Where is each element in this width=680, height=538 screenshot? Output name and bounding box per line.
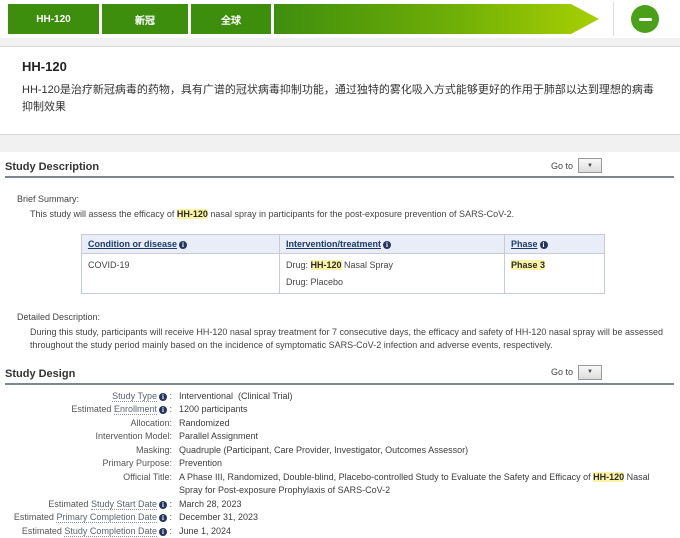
highlighted-drug-name: HH-120 <box>311 260 342 270</box>
section-title-study-design: Study Design <box>5 368 75 380</box>
info-icon[interactable]: i <box>179 241 187 249</box>
study-design-header: Study Design Go to ▼ <box>5 365 674 385</box>
info-icon[interactable]: i <box>159 501 167 509</box>
study-type-value: Interventional (Clinical Trial) <box>172 390 672 404</box>
brief-summary-label: Brief Summary: <box>17 194 674 204</box>
col-intervention: Intervention/treatmenti <box>280 234 505 253</box>
info-icon[interactable]: i <box>540 241 548 249</box>
brief-summary-pre: This study will assess the efficacy of <box>30 209 177 219</box>
phase-header-link[interactable]: Phase <box>511 239 538 249</box>
primary-completion-value: December 31, 2023 <box>172 511 672 525</box>
info-icon[interactable]: i <box>159 514 167 522</box>
info-icon[interactable]: i <box>159 393 167 401</box>
field-primary-completion-date: Estimated Primary Completion Datei : Dec… <box>5 511 674 525</box>
enrollment-term[interactable]: Enrollment <box>114 404 157 415</box>
label-prefix: Estimated <box>14 512 57 522</box>
topbar-divider <box>613 2 614 36</box>
intervention-header-link[interactable]: Intervention/treatment <box>286 239 381 249</box>
goto-label: Go to <box>551 161 573 171</box>
primary-purpose-label: Primary Purpose: <box>5 457 172 471</box>
progress-arrow <box>274 4 599 34</box>
field-masking: Masking: Quadruple (Participant, Care Pr… <box>5 444 674 458</box>
study-description-header: Study Description Go to ▼ <box>5 158 674 178</box>
brief-summary-post: nasal spray in participants for the post… <box>208 209 514 219</box>
breadcrumb-bar: HH-120 新冠 全球 <box>0 0 680 38</box>
breadcrumb-segment-quanqiu[interactable]: 全球 <box>191 4 271 34</box>
condition-header-link[interactable]: Condition or disease <box>88 239 177 249</box>
intervention-model-value: Parallel Assignment <box>172 430 672 444</box>
conditions-table: Condition or diseasei Intervention/treat… <box>81 234 605 294</box>
field-enrollment: Estimated Enrollmenti : 1200 participant… <box>5 403 674 417</box>
allocation-label: Allocation: <box>5 417 172 431</box>
minus-icon <box>639 18 652 21</box>
condition-cell: COVID-19 <box>82 253 280 293</box>
masking-label: Masking: <box>5 444 172 458</box>
study-completion-value: June 1, 2024 <box>172 525 672 538</box>
drug-title: HH-120 <box>22 59 660 74</box>
table-row: COVID-19 Drug: HH-120 Nasal Spray Drug: … <box>82 253 605 293</box>
field-official-title: Official Title: A Phase III, Randomized,… <box>5 471 674 498</box>
highlighted-drug-name: HH-120 <box>593 472 624 482</box>
drug-suffix: Nasal Spray <box>342 260 394 270</box>
primary-completion-term[interactable]: Primary Completion Date <box>56 512 157 523</box>
primary-purpose-value: Prevention <box>172 457 672 471</box>
study-type-term[interactable]: Study Type <box>112 391 157 402</box>
collapse-button[interactable] <box>631 5 659 33</box>
enrollment-value: 1200 participants <box>172 403 672 417</box>
masking-value: Quadruple (Participant, Care Provider, I… <box>172 444 672 458</box>
label-prefix: Estimated <box>48 499 91 509</box>
info-icon[interactable]: i <box>383 241 391 249</box>
official-title-value: A Phase III, Randomized, Double-blind, P… <box>172 471 672 498</box>
breadcrumb-segment-hh120[interactable]: HH-120 <box>8 4 99 34</box>
brief-summary-text: This study will assess the efficacy of H… <box>30 208 674 222</box>
main-content: Study Description Go to ▼ Brief Summary:… <box>0 152 680 538</box>
intervention-line: Drug: HH-120 Nasal Spray <box>286 260 498 270</box>
title-pre: A Phase III, Randomized, Double-blind, P… <box>179 472 593 482</box>
detailed-description-label: Detailed Description: <box>17 312 674 322</box>
highlighted-drug-name: HH-120 <box>177 209 208 219</box>
page-background-band <box>0 135 680 152</box>
info-icon[interactable]: i <box>159 406 167 414</box>
detailed-description-text: During this study, participants will rec… <box>30 326 670 353</box>
goto-dropdown[interactable]: ▼ <box>578 365 602 380</box>
intervention-cell: Drug: HH-120 Nasal Spray Drug: Placebo <box>280 253 505 293</box>
drug-description: HH-120是治疗新冠病毒的药物，具有广谱的冠状病毒抑制功能，通过独特的雾化吸入… <box>22 82 660 116</box>
chevron-down-icon: ▼ <box>587 163 593 169</box>
study-completion-term[interactable]: Study Completion Date <box>64 526 157 537</box>
label-prefix: Estimated <box>71 404 114 414</box>
page-background-band <box>0 38 680 46</box>
drug-prefix: Drug: <box>286 260 311 270</box>
study-design-fields: Study Typei : Interventional (Clinical T… <box>5 390 674 538</box>
breadcrumb-segment-xinguan[interactable]: 新冠 <box>102 4 188 34</box>
allocation-value: Randomized <box>172 417 672 431</box>
chevron-down-icon: ▼ <box>587 369 593 375</box>
col-phase: Phasei <box>505 234 605 253</box>
goto-dropdown[interactable]: ▼ <box>578 158 602 173</box>
field-study-type: Study Typei : Interventional (Clinical T… <box>5 390 674 404</box>
drug-intro-card: HH-120 HH-120是治疗新冠病毒的药物，具有广谱的冠状病毒抑制功能，通过… <box>0 46 680 135</box>
field-start-date: Estimated Study Start Datei : March 28, … <box>5 498 674 512</box>
phase-value: Phase 3 <box>511 260 545 270</box>
field-primary-purpose: Primary Purpose: Prevention <box>5 457 674 471</box>
info-icon[interactable]: i <box>159 528 167 536</box>
field-intervention-model: Intervention Model: Parallel Assignment <box>5 430 674 444</box>
section-title-study-description: Study Description <box>5 161 99 173</box>
official-title-label: Official Title: <box>5 471 172 498</box>
intervention-model-label: Intervention Model: <box>5 430 172 444</box>
field-study-completion-date: Estimated Study Completion Datei : June … <box>5 525 674 538</box>
goto-label: Go to <box>551 367 573 377</box>
table-header-row: Condition or diseasei Intervention/treat… <box>82 234 605 253</box>
field-allocation: Allocation: Randomized <box>5 417 674 431</box>
start-date-value: March 28, 2023 <box>172 498 672 512</box>
start-date-term[interactable]: Study Start Date <box>91 499 157 510</box>
intervention-line: Drug: Placebo <box>286 277 498 287</box>
phase-cell: Phase 3 <box>505 253 605 293</box>
col-condition: Condition or diseasei <box>82 234 280 253</box>
